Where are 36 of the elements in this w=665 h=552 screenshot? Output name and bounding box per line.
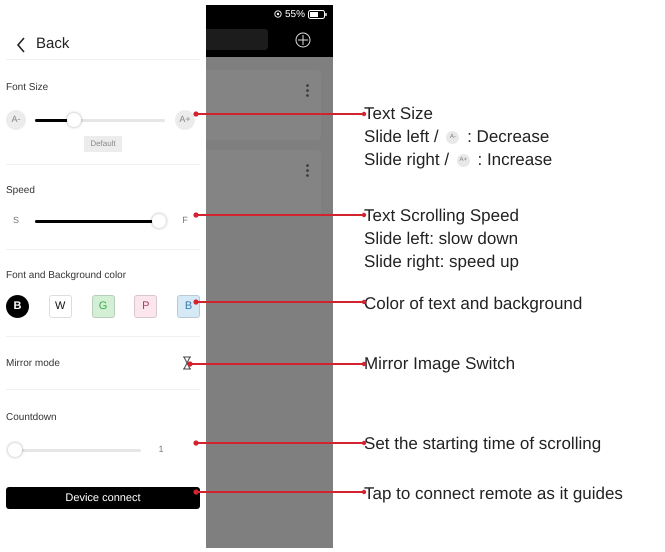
annotation-text: Color of text and background: [364, 293, 582, 315]
battery-level: 55%: [284, 8, 305, 22]
slider-thumb[interactable]: [152, 214, 166, 228]
color-option[interactable]: B: [6, 295, 29, 318]
add-icon[interactable]: [295, 32, 311, 48]
section-title: Speed: [5, 184, 36, 198]
search-field[interactable]: [206, 29, 268, 50]
slider-min-label: S: [12, 214, 20, 228]
color-option[interactable]: B: [177, 295, 200, 318]
back-button[interactable]: Back: [36, 33, 70, 56]
increase-button[interactable]: A+: [175, 110, 195, 130]
annotation-text: Text Scrolling Speed: [364, 205, 519, 227]
annotation-text: Set the starting time of scrolling: [364, 433, 602, 455]
slider-max-label: 1: [157, 443, 164, 456]
battery-icon: [308, 10, 327, 18]
decrease-button[interactable]: A-: [6, 110, 26, 130]
annotation-text: Text Size: [364, 103, 434, 125]
slider-thumb[interactable]: [8, 442, 22, 456]
device-connect-button[interactable]: Device connect: [6, 487, 200, 510]
annotation-text: Slide left: slow down: [364, 228, 519, 250]
color-option[interactable]: W: [48, 295, 72, 318]
default-badge: Default: [84, 136, 122, 152]
more-icon[interactable]: [306, 84, 309, 97]
annotation-text: Slide right: speed up: [364, 251, 519, 273]
hourglass-icon[interactable]: [182, 356, 192, 370]
annotation-text: Tap to connect remote as it guides: [364, 483, 623, 505]
color-option[interactable]: P: [134, 295, 158, 318]
section-title: Mirror mode: [5, 356, 61, 370]
section-title: Countdown: [5, 411, 58, 425]
section-title: Font Size: [5, 81, 50, 95]
section-title: Font and Background color: [5, 269, 128, 283]
slider-thumb[interactable]: [67, 112, 81, 126]
slider-max-label: F: [181, 214, 189, 228]
annotation-text: Mirror Image Switch: [364, 353, 516, 375]
back-icon[interactable]: [16, 36, 26, 52]
more-icon[interactable]: [306, 164, 309, 177]
